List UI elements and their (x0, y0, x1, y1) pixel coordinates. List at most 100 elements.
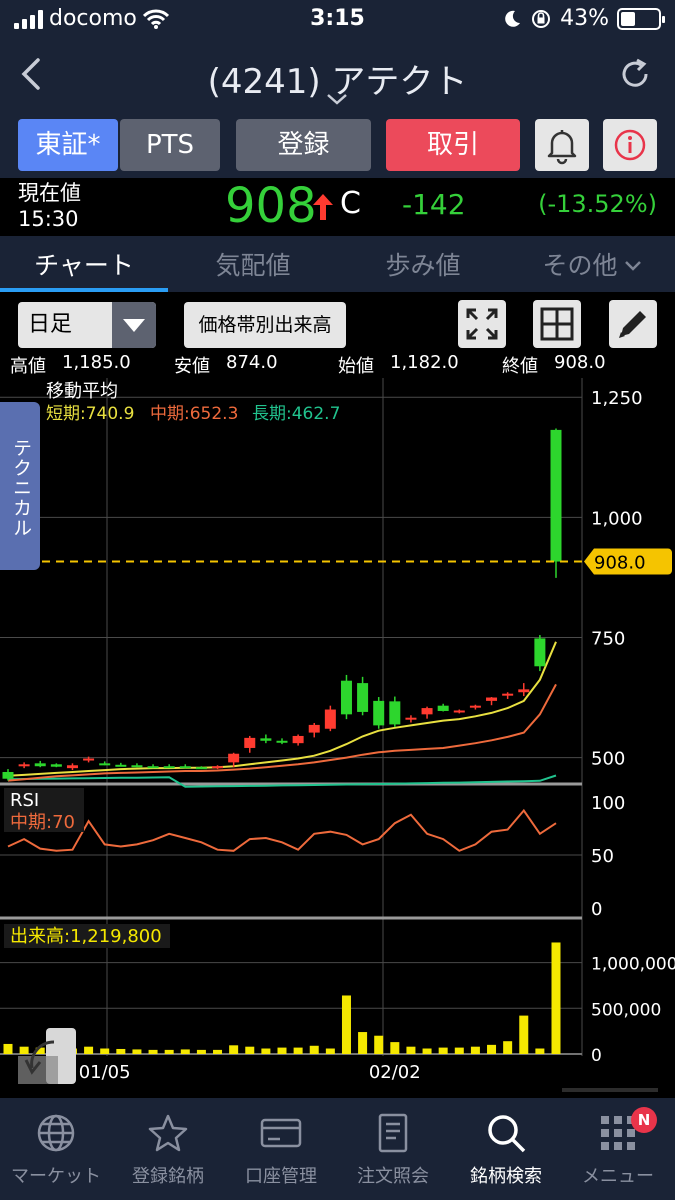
candle-body (260, 738, 272, 741)
candle-body (131, 765, 143, 768)
candle-body (405, 717, 417, 720)
volume-bar (390, 1042, 400, 1054)
bottom-tab-search[interactable]: 銘柄検索 (450, 1112, 562, 1188)
volume-bar (3, 1043, 13, 1054)
fullscreen-button[interactable] (458, 300, 506, 348)
rsi-tick-label: 50 (591, 846, 614, 867)
candle-body (357, 683, 369, 712)
open-value: 1,182.0 (390, 352, 459, 373)
technical-tab-label: テクニカル (10, 438, 32, 538)
ma-legend-title: 移動平均 (46, 381, 118, 402)
pencil-icon (619, 311, 646, 338)
pts-market-button[interactable]: PTS (120, 119, 220, 171)
candle-body (66, 765, 78, 769)
price-axis-labels: 1,250 1,000 750 500 (591, 388, 643, 769)
candle-body (518, 689, 530, 693)
bottom-tab-watchlist[interactable]: 登録銘柄 (112, 1112, 224, 1188)
candle-body (469, 705, 481, 708)
candle-body (228, 753, 240, 763)
candle-body (115, 764, 127, 767)
candle-body (244, 737, 256, 748)
low-value: 874.0 (226, 352, 278, 373)
rsi-tick-label: 100 (591, 793, 625, 814)
refresh-icon[interactable] (617, 56, 653, 92)
tab-chart[interactable]: チャート (0, 246, 168, 282)
trade-button[interactable]: 取引 (386, 119, 520, 171)
volume-bar (293, 1047, 303, 1054)
chevron-down-icon[interactable] (325, 92, 349, 106)
volume-panel: 1,000,000 500,000 0 (0, 942, 675, 1066)
alert-button[interactable] (535, 119, 589, 171)
date-axis-labels: 01/05 02/02 (79, 1062, 421, 1083)
volume-bar (503, 1041, 513, 1054)
bottom-tab-menu-label: メニュー (582, 1166, 654, 1187)
volume-bar (116, 1048, 126, 1054)
candle-body (212, 766, 224, 769)
layout-button[interactable] (533, 300, 581, 348)
tab-ticks[interactable]: 歩み値 (338, 246, 508, 282)
volume-bar (422, 1048, 432, 1054)
candle-body (534, 638, 546, 667)
tab-quotes[interactable]: 気配値 (168, 246, 338, 282)
volume-bar (164, 1049, 174, 1054)
close-label: 終値 (502, 356, 538, 377)
current-price-label: 現在値 (18, 181, 81, 205)
technical-side-tab[interactable]: テクニカル (0, 402, 40, 570)
low-label: 安値 (174, 356, 210, 377)
chart-toolbar: 日足 価格帯別出来高 (0, 292, 675, 352)
price-change: -142 (402, 188, 466, 221)
info-icon (614, 129, 646, 161)
chart-scrollbar[interactable] (562, 1088, 658, 1092)
info-button[interactable] (603, 119, 657, 171)
volume-bar (406, 1046, 416, 1054)
candle-body (389, 701, 401, 725)
current-price-row: 現在値 15:30 908 C -142 (-13.52%) (0, 178, 675, 236)
volume-bar (19, 1046, 29, 1054)
volume-bar (229, 1045, 239, 1054)
candle-body (18, 764, 30, 767)
volume-bar (148, 1049, 158, 1054)
volume-tick-label: 500,000 (591, 1000, 661, 1020)
volume-bar (438, 1047, 448, 1054)
date-tick-label: 02/02 (369, 1062, 421, 1083)
rotation-lock-icon (532, 9, 551, 28)
candle-body (292, 735, 304, 744)
candle-body (179, 766, 191, 769)
register-button[interactable]: 登録 (236, 119, 371, 171)
moon-icon (505, 10, 521, 27)
bottom-tab-search-label: 銘柄検索 (470, 1166, 542, 1187)
candle-body (437, 705, 449, 711)
bottom-tab-bar: マーケット 登録銘柄 口座管理 注文照会 銘柄検索 メニュー (0, 1098, 675, 1200)
volume-bar (487, 1044, 497, 1054)
close-value: 908.0 (554, 352, 606, 373)
stock-chart[interactable]: 1,2501,000750500 908.0 100500 1,000,0005… (0, 378, 675, 1098)
volume-bar (551, 942, 561, 1054)
scroll-back-handle[interactable] (18, 1028, 76, 1084)
tse-market-button[interactable]: 東証* (18, 119, 118, 171)
status-bar: docomo 3:15 43% (0, 0, 675, 40)
triangle-down-icon (123, 319, 145, 332)
volume-bar (358, 1032, 368, 1054)
candle-body (453, 710, 465, 713)
ma-legend-long: 長期:462.7 (252, 404, 340, 424)
tab-other-chevron-icon[interactable] (624, 260, 642, 272)
bell-icon (547, 130, 577, 165)
bottom-tab-orders[interactable]: 注文照会 (337, 1112, 449, 1188)
period-select[interactable]: 日足 (18, 302, 156, 348)
ma-legend-mid: 中期:652.3 (150, 404, 238, 424)
volume-bar (535, 1048, 545, 1054)
candle-body (163, 766, 175, 769)
bottom-tab-market[interactable]: マーケット (0, 1112, 112, 1188)
volume-by-price-button[interactable]: 価格帯別出来高 (184, 302, 346, 348)
expand-icon (466, 308, 498, 340)
price-tick-label: 1,000 (591, 508, 643, 529)
bottom-tab-orders-label: 注文照会 (357, 1166, 429, 1187)
candle-body (34, 763, 46, 767)
tab-other[interactable]: その他 (530, 246, 630, 282)
bottom-tab-menu[interactable]: メニュー (562, 1112, 674, 1188)
battery-percent: 43% (560, 6, 609, 31)
price-change-percent: (-13.52%) (538, 190, 657, 218)
bottom-tab-account[interactable]: 口座管理 (225, 1112, 337, 1188)
draw-button[interactable] (609, 300, 657, 348)
candle-body (340, 680, 352, 715)
